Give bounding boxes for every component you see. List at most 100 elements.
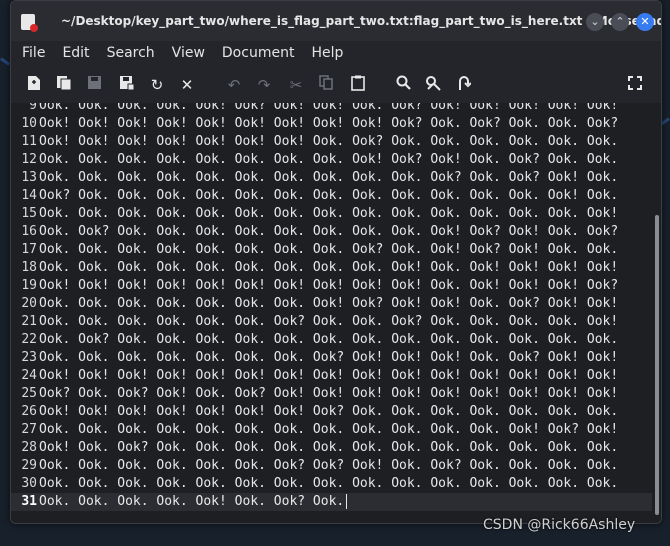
line-number: 15 bbox=[21, 206, 37, 221]
line-text: Ook? Ook. Ook? Ook! Ook. Ook? Ook! Ook! … bbox=[39, 386, 619, 401]
save-icon[interactable] bbox=[84, 75, 104, 95]
menu-view[interactable]: View bbox=[172, 45, 205, 61]
editor-line[interactable]: 11 Ook! Ook! Ook! Ook! Ook! Ook! Ook! Ook… bbox=[11, 133, 652, 151]
editor-line[interactable]: 12 Ook. Ook. Ook. Ook. Ook. Ook. Ook. Ook… bbox=[11, 151, 652, 169]
line-text: Ook! Ook! Ook! Ook! Ook! Ook! Ook! Ook? … bbox=[39, 404, 619, 419]
menu-file[interactable]: File bbox=[22, 45, 45, 61]
editor-line[interactable]: 10 Ook! Ook! Ook! Ook! Ook! Ook! Ook! Ook… bbox=[11, 115, 652, 133]
toolbar: ↻ ✕ ↶ ↷ ✂ bbox=[11, 69, 661, 101]
line-number: 10 bbox=[21, 116, 37, 131]
line-number: 29 bbox=[21, 458, 37, 473]
scrollbar-thumb[interactable] bbox=[655, 215, 659, 515]
line-number: 21 bbox=[21, 314, 37, 329]
save-as-icon[interactable] bbox=[117, 75, 137, 95]
line-text: Ook. Ook. Ook. Ook. Ook. Ook. Ook. Ook. … bbox=[39, 206, 619, 221]
watermark: CSDN @Rick66Ashley bbox=[483, 517, 636, 533]
fullscreen-icon[interactable] bbox=[625, 75, 645, 95]
menu-edit[interactable]: Edit bbox=[62, 45, 89, 61]
desktop-decoration bbox=[0, 57, 10, 66]
line-text: Ook! Ook! Ook! Ook! Ook! Ook! Ook! Ook. … bbox=[39, 134, 619, 149]
mousepad-window: ~/Desktop/key_part_two/where_is_flag_par… bbox=[10, 0, 662, 524]
maximize-button[interactable]: ⌃ bbox=[611, 13, 629, 31]
line-text: Ook. Ook. Ook. Ook. Ook. Ook. Ook. Ook. … bbox=[39, 152, 619, 167]
line-number: 30 bbox=[21, 476, 37, 491]
editor-line[interactable]: 27 Ook. Ook. Ook. Ook. Ook. Ook. Ook. Ook… bbox=[11, 421, 652, 439]
editor-line[interactable]: 30 Ook. Ook. Ook. Ook. Ook. Ook. Ook. Ook… bbox=[11, 475, 652, 493]
line-number: 9 bbox=[29, 103, 37, 113]
line-text: Ook! Ook! Ook! Ook! Ook! Ook! Ook! Ook! … bbox=[39, 278, 619, 293]
editor-line[interactable]: 24 Ook! Ook! Ook! Ook! Ook! Ook! Ook! Ook… bbox=[11, 367, 652, 385]
editor-line[interactable]: 18 Ook. Ook. Ook. Ook. Ook. Ook. Ook. Ook… bbox=[11, 259, 652, 277]
editor-line[interactable]: 13 Ook. Ook. Ook. Ook. Ook. Ook. Ook. Ook… bbox=[11, 169, 652, 187]
line-text: Ook. Ook. Ook. Ook. Ook! Ook? Ook! Ook! … bbox=[39, 103, 619, 113]
line-number: 16 bbox=[21, 224, 37, 239]
line-number: 23 bbox=[21, 350, 37, 365]
editor-line[interactable]: 23 Ook. Ook. Ook. Ook. Ook. Ook. Ook. Ook… bbox=[11, 349, 652, 367]
editor-line[interactable]: 14 Ook? Ook. Ook. Ook. Ook. Ook. Ook. Ook… bbox=[11, 187, 652, 205]
goto-line-icon[interactable] bbox=[454, 75, 474, 95]
line-text: Ook. Ook. Ook. Ook. Ook. Ook. Ook. Ook. … bbox=[39, 476, 619, 491]
line-text: Ook. Ook. Ook. Ook. Ook! Ook. Ook? Ook. bbox=[39, 494, 345, 509]
editor-line[interactable]: 20 Ook. Ook. Ook. Ook. Ook. Ook. Ook. Ook… bbox=[11, 295, 652, 313]
editor-line[interactable]: 17 Ook. Ook. Ook. Ook. Ook. Ook. Ook. Ook… bbox=[11, 241, 652, 259]
editor-line[interactable]: 22 Ook. Ook? Ook. Ook. Ook. Ook. Ook. Ook… bbox=[11, 331, 652, 349]
line-number: 11 bbox=[21, 134, 37, 149]
new-window-icon[interactable] bbox=[54, 75, 74, 95]
line-text: Ook. Ook. Ook. Ook. Ook. Ook. Ook. Ook. … bbox=[39, 260, 619, 275]
line-text: Ook. Ook? Ook. Ook. Ook. Ook. Ook. Ook. … bbox=[39, 224, 619, 239]
line-number: 31 bbox=[21, 494, 37, 509]
new-file-icon[interactable] bbox=[24, 75, 44, 95]
menu-help[interactable]: Help bbox=[311, 45, 343, 61]
editor-line[interactable]: 16 Ook. Ook? Ook. Ook. Ook. Ook. Ook. Ook… bbox=[11, 223, 652, 241]
line-number: 24 bbox=[21, 368, 37, 383]
line-text: Ook. Ook. Ook. Ook. Ook. Ook. Ook. Ook. … bbox=[39, 242, 619, 257]
vertical-scrollbar[interactable] bbox=[652, 103, 661, 523]
line-number: 25 bbox=[21, 386, 37, 401]
line-text: Ook? Ook. Ook. Ook. Ook. Ook. Ook. Ook. … bbox=[39, 188, 619, 203]
reload-icon[interactable]: ↻ bbox=[147, 75, 167, 95]
undo-icon[interactable]: ↶ bbox=[224, 75, 244, 95]
title-bar[interactable]: ~/Desktop/key_part_two/where_is_flag_par… bbox=[11, 1, 661, 41]
text-cursor bbox=[346, 494, 348, 509]
close-icon[interactable]: ✕ bbox=[177, 75, 197, 95]
line-number: 27 bbox=[21, 422, 37, 437]
line-number: 14 bbox=[21, 188, 37, 203]
editor-line[interactable]: 31 Ook. Ook. Ook. Ook. Ook! Ook. Ook? Ook… bbox=[11, 493, 652, 511]
replace-icon[interactable] bbox=[423, 75, 443, 95]
copy-icon[interactable] bbox=[316, 75, 336, 95]
editor-line[interactable]: 28 Ook! Ook. Ook? Ook. Ook. Ook. Ook. Ook… bbox=[11, 439, 652, 457]
line-text: Ook. Ook. Ook. Ook. Ook. Ook. Ook. Ook. … bbox=[39, 422, 619, 437]
line-text: Ook. Ook. Ook. Ook. Ook. Ook. Ook. Ook. … bbox=[39, 170, 619, 185]
search-icon[interactable] bbox=[393, 75, 413, 95]
line-number: 19 bbox=[21, 278, 37, 293]
minimize-button[interactable]: ⌄ bbox=[586, 13, 604, 31]
line-text: Ook. Ook? Ook. Ook. Ook. Ook. Ook. Ook. … bbox=[39, 332, 619, 347]
text-editor[interactable]: 31 Ook. Ook. Ook. Ook. Ook! Ook. Ook? Ook… bbox=[11, 103, 661, 523]
editor-line[interactable]: 29 Ook. Ook. Ook. Ook. Ook. Ook. Ook? Ook… bbox=[11, 457, 652, 475]
editor-line[interactable]: 25 Ook? Ook. Ook? Ook! Ook. Ook? Ook! Ook… bbox=[11, 385, 652, 403]
editor-line[interactable]: 21 Ook. Ook. Ook. Ook. Ook. Ook. Ook? Ook… bbox=[11, 313, 652, 331]
editor-line[interactable]: 15 Ook. Ook. Ook. Ook. Ook. Ook. Ook. Ook… bbox=[11, 205, 652, 223]
editor-line[interactable]: 19 Ook! Ook! Ook! Ook! Ook! Ook! Ook! Ook… bbox=[11, 277, 652, 295]
line-number: 22 bbox=[21, 332, 37, 347]
menu-document[interactable]: Document bbox=[222, 45, 295, 61]
line-number: 18 bbox=[21, 260, 37, 275]
close-window-button[interactable]: ✕ bbox=[636, 13, 654, 31]
editor-line[interactable]: 9 Ook. Ook. Ook. Ook. Ook! Ook? Ook! Ook!… bbox=[11, 103, 652, 115]
cut-icon[interactable]: ✂ bbox=[286, 75, 306, 95]
menu-bar: File Edit Search View Document Help bbox=[11, 41, 661, 65]
line-number: 26 bbox=[21, 404, 37, 419]
line-number: 12 bbox=[21, 152, 37, 167]
paste-icon[interactable] bbox=[348, 75, 368, 95]
line-text: Ook! Ook. Ook? Ook. Ook. Ook. Ook. Ook. … bbox=[39, 440, 619, 455]
window-title: ~/Desktop/key_part_two/where_is_flag_par… bbox=[61, 14, 662, 28]
line-text: Ook. Ook. Ook. Ook. Ook. Ook. Ook. Ook! … bbox=[39, 296, 619, 311]
mousepad-app-icon bbox=[21, 14, 38, 32]
line-number: 17 bbox=[21, 242, 37, 257]
menu-search[interactable]: Search bbox=[107, 45, 155, 61]
line-text: Ook! Ook! Ook! Ook! Ook! Ook! Ook! Ook! … bbox=[39, 368, 619, 383]
redo-icon[interactable]: ↷ bbox=[254, 75, 274, 95]
line-number: 20 bbox=[21, 296, 37, 311]
line-text: Ook. Ook. Ook. Ook. Ook. Ook. Ook? Ook. … bbox=[39, 314, 619, 329]
editor-line[interactable]: 26 Ook! Ook! Ook! Ook! Ook! Ook! Ook! Ook… bbox=[11, 403, 652, 421]
